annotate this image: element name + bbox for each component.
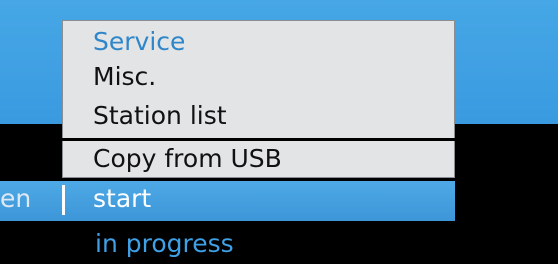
menu-item-station-list[interactable]: Station list [93, 101, 227, 131]
device-screen: Service Misc. Station list Copy from USB… [0, 0, 558, 264]
menu-item-copy-from-usb[interactable]: Copy from USB [93, 144, 282, 174]
menu-item-misc[interactable]: Misc. [93, 62, 156, 92]
menu-divider [62, 138, 455, 141]
start-option[interactable]: start [93, 184, 151, 214]
progress-status-text: in progress [95, 229, 234, 258]
truncated-label: en [0, 184, 32, 213]
selection-divider [62, 185, 65, 215]
selection-bar-end [455, 181, 558, 221]
menu-header-service: Service [93, 27, 186, 56]
